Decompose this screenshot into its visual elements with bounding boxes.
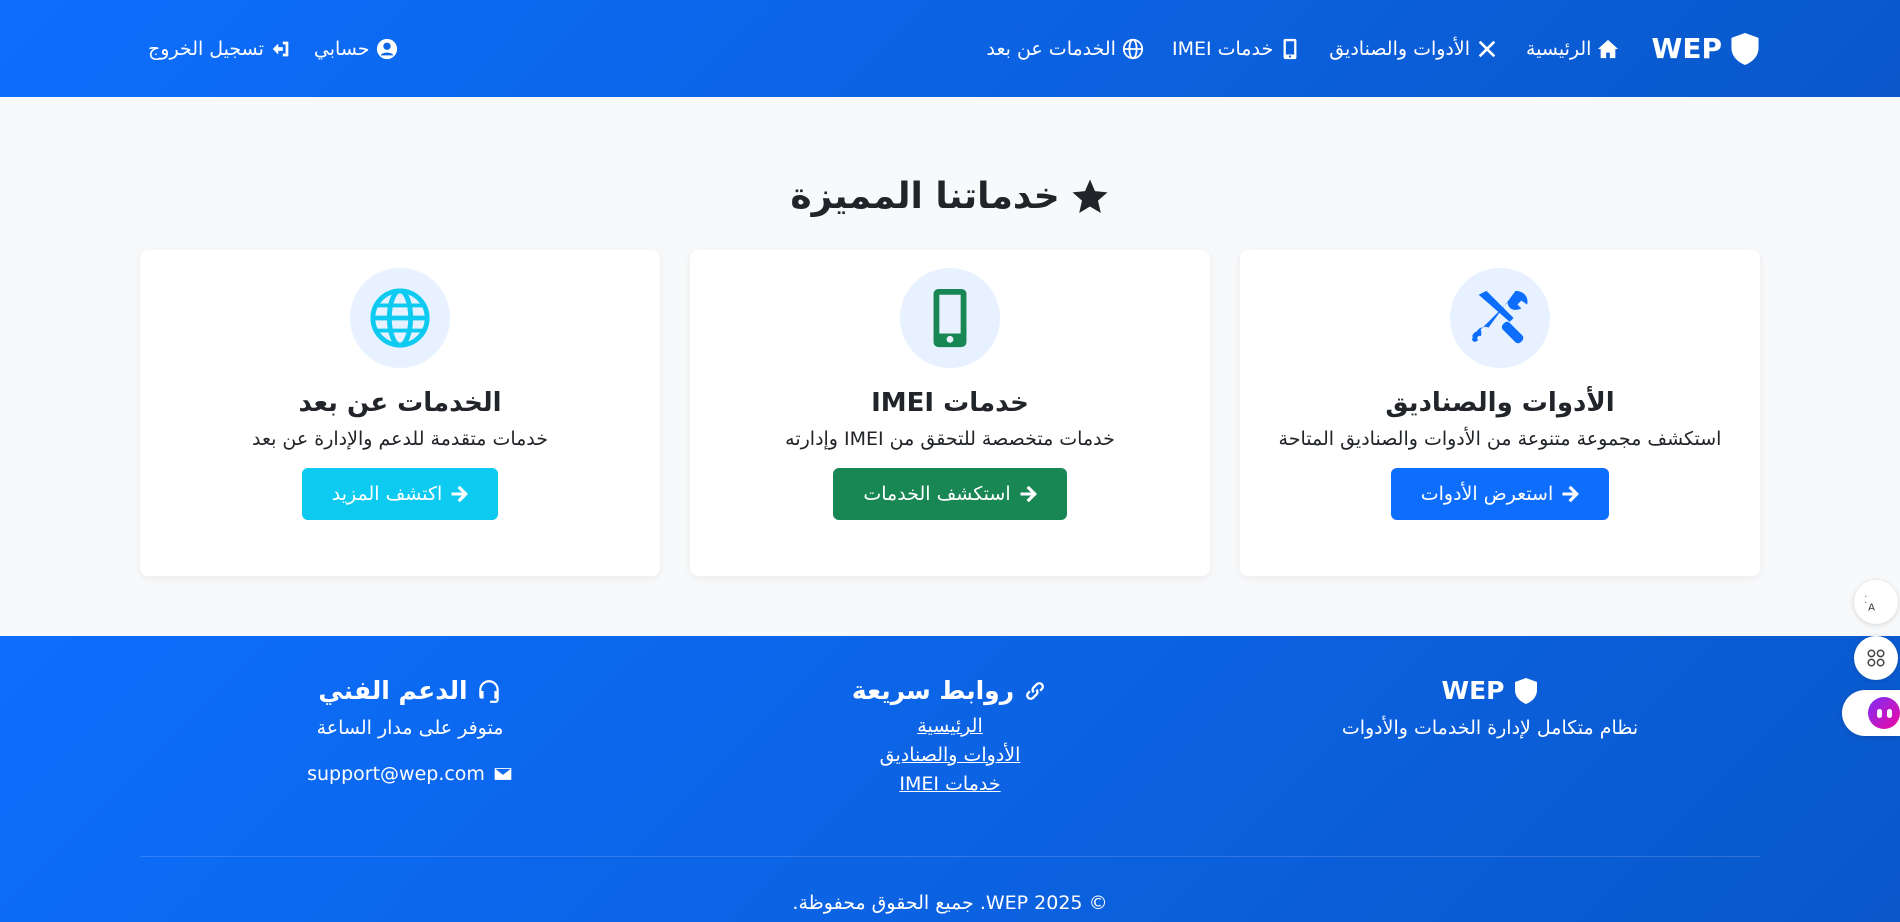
- button-label: استكشف الخدمات: [863, 483, 1011, 505]
- arrow-right-icon: [451, 485, 469, 503]
- logout-label: تسجيل الخروج: [148, 37, 264, 60]
- tools-icon: [1472, 290, 1528, 344]
- footer-heading: روابط سريعة: [852, 676, 1048, 705]
- nav-item-tools[interactable]: الأدوات والصناديق: [1329, 38, 1498, 60]
- brand-logo[interactable]: WEP: [1651, 32, 1760, 65]
- card-icon-circle: [1450, 268, 1550, 368]
- globe-icon: [370, 288, 430, 348]
- explore-services-button[interactable]: استكشف الخدمات: [833, 468, 1067, 520]
- card-title: الخدمات عن بعد: [298, 388, 502, 418]
- footer-support-title: الدعم الفني: [318, 676, 468, 705]
- service-card-imei: خدمات IMEI خدمات متخصصة للتحقق من IMEI و…: [690, 250, 1210, 576]
- nav-right-group: WEP الرئيسية الأدوات والصناديق خدمات IME…: [987, 32, 1761, 65]
- footer-about-text: نظام متكامل لإدارة الخدمات والأدوات: [1341, 717, 1639, 739]
- account-label: حسابي: [313, 37, 370, 60]
- footer-columns: WEP نظام متكامل لإدارة الخدمات والأدوات …: [140, 676, 1760, 795]
- nav-item-label: الرئيسية: [1526, 37, 1592, 60]
- nav-item-home[interactable]: الرئيسية: [1526, 38, 1619, 60]
- card-title: خدمات IMEI: [871, 388, 1029, 418]
- footer-support-text: متوفر على مدار الساعة: [316, 717, 504, 739]
- copyright-text: © 2025 WEP. جميع الحقوق محفوظة.: [792, 892, 1108, 914]
- button-label: اكتشف المزيد: [331, 483, 443, 505]
- svg-text:文: 文: [1865, 593, 1867, 605]
- footer-link-tools[interactable]: الأدوات والصناديق: [880, 744, 1021, 766]
- link-icon: [1026, 681, 1045, 700]
- service-card-tools: الأدوات والصناديق استكشف مجموعة متنوعة م…: [1240, 250, 1760, 576]
- card-description: استكشف مجموعة متنوعة من الأدوات والصنادي…: [1278, 428, 1722, 450]
- footer-links-title: روابط سريعة: [851, 676, 1015, 705]
- shield-icon: [1514, 677, 1537, 704]
- nav-left-group: حسابي تسجيل الخروج: [148, 38, 398, 60]
- footer-heading: WEP: [1442, 676, 1539, 705]
- tools-icon: [1478, 40, 1496, 57]
- headset-icon: [478, 679, 499, 703]
- services-grid: الأدوات والصناديق استكشف مجموعة متنوعة م…: [140, 250, 1760, 576]
- envelope-icon: [494, 768, 512, 780]
- home-icon: [1598, 39, 1619, 58]
- arrow-right-icon: [1562, 485, 1580, 503]
- button-label: استعرض الأدوات: [1420, 483, 1554, 505]
- ai-assistant-button[interactable]: [1842, 690, 1900, 736]
- card-description: خدمات متخصصة للتحقق من IMEI وإدارته: [785, 428, 1115, 450]
- section-heading: خدماتنا المميزة: [0, 176, 1900, 217]
- service-card-remote: الخدمات عن بعد خدمات متقدمة للدعم والإدا…: [140, 250, 660, 576]
- footer-heading: الدعم الفني: [318, 676, 501, 705]
- nav-item-imei[interactable]: خدمات IMEI: [1172, 38, 1301, 60]
- card-icon-circle: [900, 268, 1000, 368]
- card-description: خدمات متقدمة للدعم والإدارة عن بعد: [251, 428, 549, 450]
- support-email[interactable]: support@wep.com: [307, 763, 513, 785]
- nav-item-label: الأدوات والصناديق: [1329, 37, 1470, 60]
- mobile-icon: [933, 288, 967, 348]
- apps-widget-button[interactable]: [1854, 636, 1898, 680]
- footer-about: WEP نظام متكامل لإدارة الخدمات والأدوات: [1220, 676, 1760, 795]
- support-email-text: support@wep.com: [307, 763, 485, 785]
- card-title: الأدوات والصناديق: [1385, 388, 1615, 418]
- star-icon: [1072, 179, 1108, 213]
- mobile-icon: [1283, 38, 1297, 59]
- browse-tools-button[interactable]: استعرض الأدوات: [1390, 468, 1610, 520]
- footer-link-imei[interactable]: خدمات IMEI: [899, 773, 1000, 795]
- footer-divider: [140, 856, 1760, 857]
- globe-icon: [1122, 38, 1144, 59]
- card-icon-circle: [350, 268, 450, 368]
- logout-link[interactable]: تسجيل الخروج: [148, 38, 292, 60]
- brand-name: WEP: [1651, 32, 1722, 65]
- nav-item-label: خدمات IMEI: [1171, 37, 1274, 60]
- nav-item-remote[interactable]: الخدمات عن بعد: [987, 38, 1144, 60]
- footer-support: الدعم الفني متوفر على مدار الساعة suppor…: [140, 676, 680, 795]
- grid-icon: [1867, 649, 1885, 667]
- footer-link-home[interactable]: الرئيسية: [917, 715, 982, 737]
- section-title: خدماتنا المميزة: [790, 176, 1060, 217]
- translate-icon: 文 A: [1865, 593, 1875, 613]
- user-circle-icon: [376, 38, 397, 59]
- svg-text:A: A: [1868, 602, 1875, 613]
- shield-icon: [1731, 32, 1759, 65]
- top-navbar: WEP الرئيسية الأدوات والصناديق خدمات IME…: [0, 0, 1900, 97]
- logout-icon: [272, 41, 289, 56]
- footer-brand: WEP: [1441, 676, 1505, 705]
- account-link[interactable]: حسابي: [314, 38, 398, 60]
- nav-item-label: الخدمات عن بعد: [986, 37, 1116, 60]
- ai-assistant-icon: [1868, 697, 1900, 729]
- discover-more-button[interactable]: اكتشف المزيد: [301, 468, 499, 520]
- translate-widget-button[interactable]: 文 A: [1854, 580, 1898, 624]
- footer-links-list: الرئيسية الأدوات والصناديق خدمات IMEI: [880, 715, 1021, 795]
- footer-quick-links: روابط سريعة الرئيسية الأدوات والصناديق خ…: [680, 676, 1220, 795]
- site-footer: WEP نظام متكامل لإدارة الخدمات والأدوات …: [0, 636, 1900, 922]
- arrow-right-icon: [1020, 485, 1037, 503]
